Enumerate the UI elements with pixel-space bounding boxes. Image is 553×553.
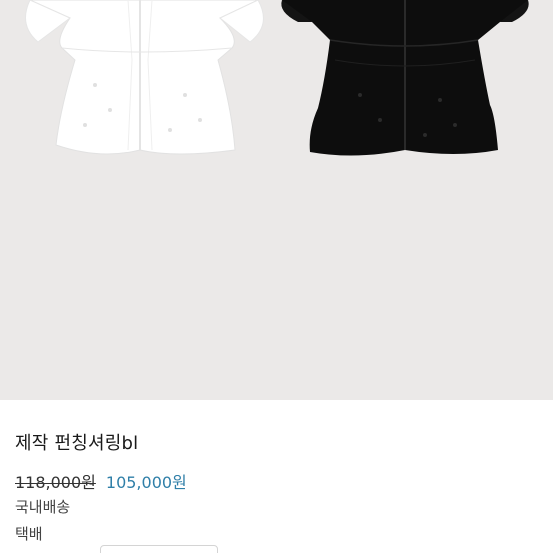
shipping-type: 국내배송 xyxy=(15,498,71,516)
white-blouse-image xyxy=(25,0,264,155)
original-price: 118,000원 xyxy=(15,473,96,492)
delivery-method: 택배 xyxy=(15,525,43,543)
black-blouse-image xyxy=(281,0,529,156)
product-title: 제작 펀칭셔링bl xyxy=(15,433,139,454)
product-photo[interactable] xyxy=(0,0,553,400)
blouse-illustration xyxy=(25,0,529,156)
product-detail-page: 제작 펀칭셔링bl 118,000원 105,000원 국내배송 택배 xyxy=(0,0,553,553)
sale-price: 105,000원 xyxy=(105,473,187,492)
action-button[interactable] xyxy=(100,545,218,553)
price-row: 118,000원 105,000원 xyxy=(15,469,187,493)
